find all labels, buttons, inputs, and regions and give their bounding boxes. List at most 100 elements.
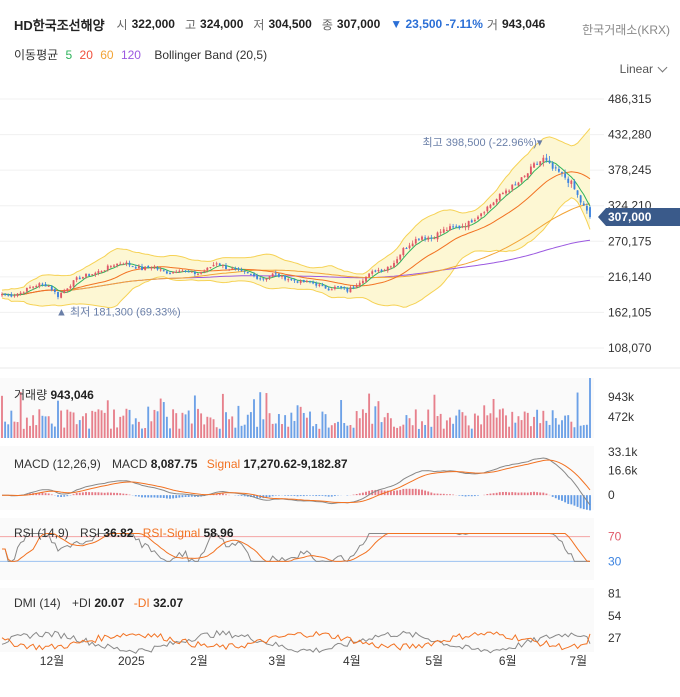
volume-bar xyxy=(352,427,355,438)
volume-bar xyxy=(458,409,461,438)
macd-histogram-bar xyxy=(436,493,439,496)
ma120-label[interactable]: 120 xyxy=(121,48,141,62)
macd-histogram-bar xyxy=(268,495,271,498)
volume-tick-label: 943k xyxy=(608,390,635,404)
macd-histogram-bar xyxy=(545,493,548,496)
candle-body xyxy=(383,269,386,272)
volume-bar xyxy=(483,405,486,438)
volume-bar xyxy=(318,428,321,438)
price-tick-label: 486,315 xyxy=(608,92,652,106)
change-value: ▼ 23,500 -7.11% xyxy=(390,17,483,31)
candle-body xyxy=(318,284,321,286)
macd-histogram-bar xyxy=(439,493,442,496)
volume-bar xyxy=(147,406,150,438)
candle-body xyxy=(557,168,560,172)
candle-body xyxy=(321,285,324,287)
ma5-label[interactable]: 5 xyxy=(66,48,73,62)
volume-bar xyxy=(542,410,545,438)
macd-histogram-bar xyxy=(505,491,507,496)
macd-histogram-bar xyxy=(461,495,464,497)
candle-body xyxy=(508,190,511,192)
candle-body xyxy=(38,283,41,287)
mdi-label: -DI xyxy=(133,596,150,610)
candle-body xyxy=(78,277,81,280)
volume-bar xyxy=(427,409,430,438)
macd-histogram-bar xyxy=(389,490,392,496)
macd-histogram-bar xyxy=(47,493,50,496)
macd-histogram-bar xyxy=(128,494,131,496)
stock-chart[interactable]: 486,315432,280378,245324,210270,175216,1… xyxy=(0,0,680,697)
macd-histogram-bar xyxy=(159,495,162,498)
bollinger-label[interactable]: Bollinger Band (20,5) xyxy=(154,48,267,62)
stock-name[interactable]: HD한국조선해양 xyxy=(14,15,105,34)
scale-dropdown[interactable]: Linear xyxy=(619,62,668,76)
volume-bar xyxy=(234,427,237,438)
candle-body xyxy=(309,280,311,282)
candle-body xyxy=(567,178,570,183)
macd-histogram-bar xyxy=(137,495,140,497)
candle-body xyxy=(330,289,333,291)
dmi-tick-label: 27 xyxy=(608,631,622,645)
volume-bar xyxy=(13,421,16,438)
volume-bar xyxy=(393,426,395,438)
candle-body xyxy=(333,286,336,289)
candle-body xyxy=(253,273,255,277)
ma60-label[interactable]: 60 xyxy=(100,48,113,62)
macd-histogram-bar xyxy=(60,495,63,497)
candle-body xyxy=(265,278,268,280)
macd-histogram-bar xyxy=(184,495,187,497)
macd-histogram-bar xyxy=(134,495,137,497)
candle-body xyxy=(473,219,476,222)
candle-body xyxy=(561,172,563,174)
candle-body xyxy=(41,283,44,285)
candle-body xyxy=(81,276,84,279)
macd-histogram-bar xyxy=(324,495,327,497)
candle-body xyxy=(19,292,22,295)
candle-body xyxy=(542,157,545,163)
macd-histogram-bar xyxy=(190,495,193,497)
candle-body xyxy=(228,269,231,271)
macd-label: MACD xyxy=(112,457,148,471)
candle-body xyxy=(514,184,517,186)
ma20-label[interactable]: 20 xyxy=(80,48,93,62)
candle-body xyxy=(109,266,112,268)
candle-body xyxy=(380,269,383,272)
volume-bar xyxy=(573,427,576,438)
candle-body xyxy=(483,212,486,214)
macd-histogram-bar xyxy=(411,488,414,496)
candle-body xyxy=(396,259,399,264)
volume-bar xyxy=(69,411,72,438)
x-tick-label: 2025 xyxy=(118,654,145,668)
volume-bar xyxy=(159,398,162,438)
macd-histogram-bar xyxy=(103,492,106,496)
candle-body xyxy=(486,206,489,212)
candle-body xyxy=(393,263,395,267)
candle-body xyxy=(445,230,448,232)
macd-histogram-bar xyxy=(305,495,308,496)
volume-bar xyxy=(72,412,75,438)
candle-body xyxy=(125,262,128,264)
candle-body xyxy=(169,273,171,275)
ma-label: 이동평균 xyxy=(14,48,59,62)
candle-body xyxy=(498,193,501,201)
volume-bar xyxy=(533,416,535,438)
min-price-annotation: ▲ 최저 181,300 (69.33%) xyxy=(56,305,181,318)
candle-body xyxy=(85,273,87,277)
volume-bar xyxy=(190,423,193,438)
scale-value: Linear xyxy=(619,62,653,76)
candle-body xyxy=(340,286,343,288)
candle-body xyxy=(402,248,405,256)
rsi-value: 36.82 xyxy=(103,526,134,540)
volume-bar xyxy=(309,411,311,438)
volume-bar xyxy=(113,409,115,438)
volume-bar xyxy=(477,415,479,438)
volume-bar xyxy=(1,395,3,438)
volume-bar xyxy=(281,424,283,438)
candle-body xyxy=(389,266,392,268)
volume-bar xyxy=(200,413,203,438)
volume-bar xyxy=(321,411,324,438)
volume-bar xyxy=(377,401,380,438)
candle-body xyxy=(256,275,259,279)
macd-histogram-bar xyxy=(358,493,361,496)
macd-histogram-bar xyxy=(467,495,470,497)
